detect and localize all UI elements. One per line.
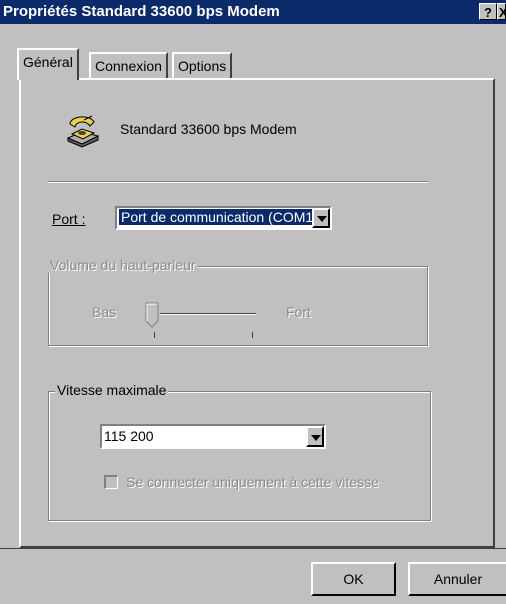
ok-button[interactable]: OK [311,562,396,596]
close-button[interactable]: X [497,3,506,20]
footer-separator [0,548,506,549]
window-title: Propriétés Standard 33600 bps Modem [3,3,280,20]
properties-dialog: Propriétés Standard 33600 bps Modem ? X … [0,0,506,604]
tab-panel-general [19,78,495,548]
tab-general[interactable]: Général [17,48,79,80]
title-bar[interactable]: Propriétés Standard 33600 bps Modem ? X [0,0,506,24]
cancel-button[interactable]: Annuler [408,562,506,596]
tab-connexion[interactable]: Connexion [89,52,168,78]
help-button[interactable]: ? [479,3,497,20]
tab-options[interactable]: Options [172,52,233,78]
